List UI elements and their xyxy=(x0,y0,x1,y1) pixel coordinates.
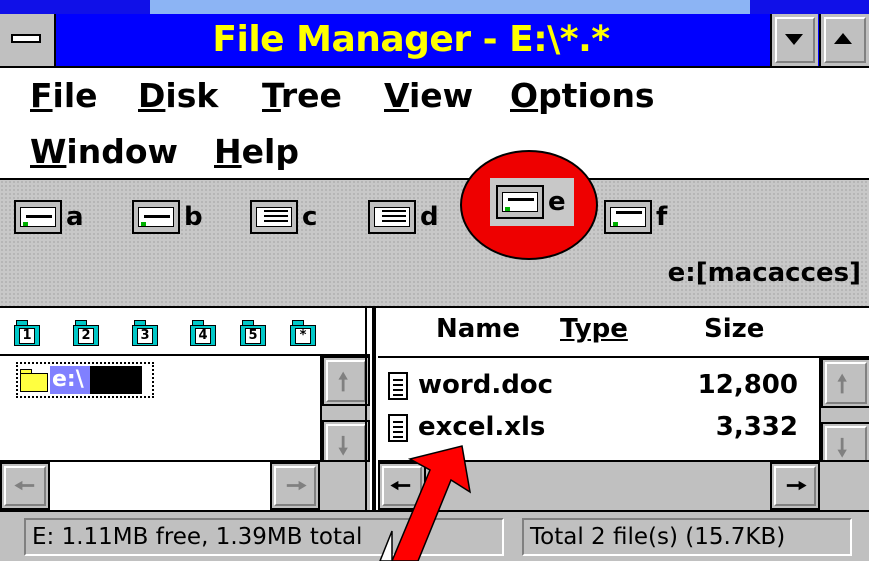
drive-c[interactable]: c xyxy=(250,197,317,237)
open-folder-icon xyxy=(20,369,50,392)
menu-options[interactable]: Options xyxy=(510,76,655,115)
tree-vertical-scrollbar[interactable]: 🠕 🠗 xyxy=(320,356,370,470)
tree-horizontal-scrollbar[interactable]: 🠔 🠖 xyxy=(0,460,370,510)
document-icon xyxy=(388,372,408,400)
scroll-up-button[interactable]: 🠕 xyxy=(322,356,370,406)
maximize-button[interactable] xyxy=(819,14,869,66)
volume-label: e:[macacces] xyxy=(667,258,861,288)
scroll-left-button[interactable]: 🠔 xyxy=(0,462,50,510)
scroll-arrow-icon: 🠖 xyxy=(286,472,307,500)
file-row[interactable]: excel.xls 3,332 xyxy=(378,408,818,452)
scroll-arrow-icon: 🠗 xyxy=(837,434,848,462)
title-bar: File Manager - E:\*.* xyxy=(0,14,869,68)
tree-item-root[interactable]: e:\ xyxy=(16,362,154,398)
folder-level-icon[interactable]: 3 xyxy=(132,320,158,346)
pane-splitter[interactable] xyxy=(372,308,376,524)
menu-help[interactable]: Help xyxy=(214,132,299,171)
scroll-right-button[interactable]: 🠖 xyxy=(770,462,820,510)
status-file-count: Total 2 file(s) (15.7KB) xyxy=(522,518,852,556)
floppy-drive-icon xyxy=(496,185,544,219)
control-menu-icon[interactable] xyxy=(0,14,56,66)
scroll-arrow-icon: 🠗 xyxy=(338,432,349,460)
column-size[interactable]: Size xyxy=(704,314,764,344)
folder-level-icon[interactable]: 2 xyxy=(73,320,99,346)
tree-pane: 1 2 3 4 5 * e:\ 🠕 🠗 xyxy=(0,308,372,470)
file-manager-window: File Manager - E:\*.* File Disk Tree Vie… xyxy=(0,14,869,561)
document-icon xyxy=(388,414,408,442)
status-bar: E: 1.11MB free, 1.39MB total Total 2 fil… xyxy=(0,510,869,561)
scroll-arrow-icon: 🠔 xyxy=(14,472,35,500)
scroll-arrow-icon: 🠕 xyxy=(837,370,848,398)
menu-file[interactable]: File xyxy=(30,76,98,115)
drive-f[interactable]: f xyxy=(604,197,667,237)
maximize-icon xyxy=(834,33,852,44)
scroll-left-button[interactable]: 🠔 xyxy=(378,462,426,510)
file-vertical-scrollbar[interactable]: 🠕 🠗 xyxy=(819,358,869,472)
top-strip xyxy=(0,0,869,14)
folder-level-icon[interactable]: * xyxy=(290,320,316,346)
menu-disk[interactable]: Disk xyxy=(138,76,218,115)
expand-level-row: 1 2 3 4 5 * xyxy=(0,308,370,356)
folder-level-icon[interactable]: 4 xyxy=(190,320,216,346)
column-type[interactable]: Type xyxy=(560,314,628,344)
folder-level-icon[interactable]: 5 xyxy=(240,320,266,346)
drive-b[interactable]: b xyxy=(132,197,203,237)
drive-e[interactable]: e xyxy=(490,178,574,226)
menu-window[interactable]: Window xyxy=(30,132,178,171)
minimize-button[interactable] xyxy=(770,14,818,66)
scroll-right-button[interactable]: 🠖 xyxy=(270,462,320,510)
hard-drive-icon xyxy=(368,200,416,234)
tree-list: e:\ xyxy=(0,356,320,466)
scroll-arrow-icon: 🠖 xyxy=(786,472,807,500)
minimize-icon xyxy=(785,34,803,45)
scroll-arrow-icon: 🠔 xyxy=(390,472,411,500)
scroll-up-button[interactable]: 🠕 xyxy=(821,358,869,408)
scroll-arrow-icon: 🠕 xyxy=(338,368,349,396)
floppy-drive-icon xyxy=(132,200,180,234)
menu-bar: File Disk Tree View Options Window Help xyxy=(0,68,869,180)
drive-bar: a b c d f e:[macacces] xyxy=(0,180,869,308)
column-name[interactable]: Name xyxy=(436,314,520,344)
menu-view[interactable]: View xyxy=(384,76,473,115)
file-horizontal-scrollbar[interactable]: 🠔 🠖 xyxy=(378,460,869,510)
window-title: File Manager - E:\*.* xyxy=(212,19,610,60)
hard-drive-icon xyxy=(250,200,298,234)
drive-d[interactable]: d xyxy=(368,197,439,237)
status-free-space: E: 1.11MB free, 1.39MB total xyxy=(24,518,504,556)
floppy-drive-icon xyxy=(604,200,652,234)
drive-a[interactable]: a xyxy=(14,197,84,237)
floppy-drive-icon xyxy=(14,200,62,234)
folder-level-icon[interactable]: 1 xyxy=(14,320,40,346)
menu-tree[interactable]: Tree xyxy=(262,76,342,115)
file-row[interactable]: word.doc 12,800 xyxy=(378,366,818,410)
